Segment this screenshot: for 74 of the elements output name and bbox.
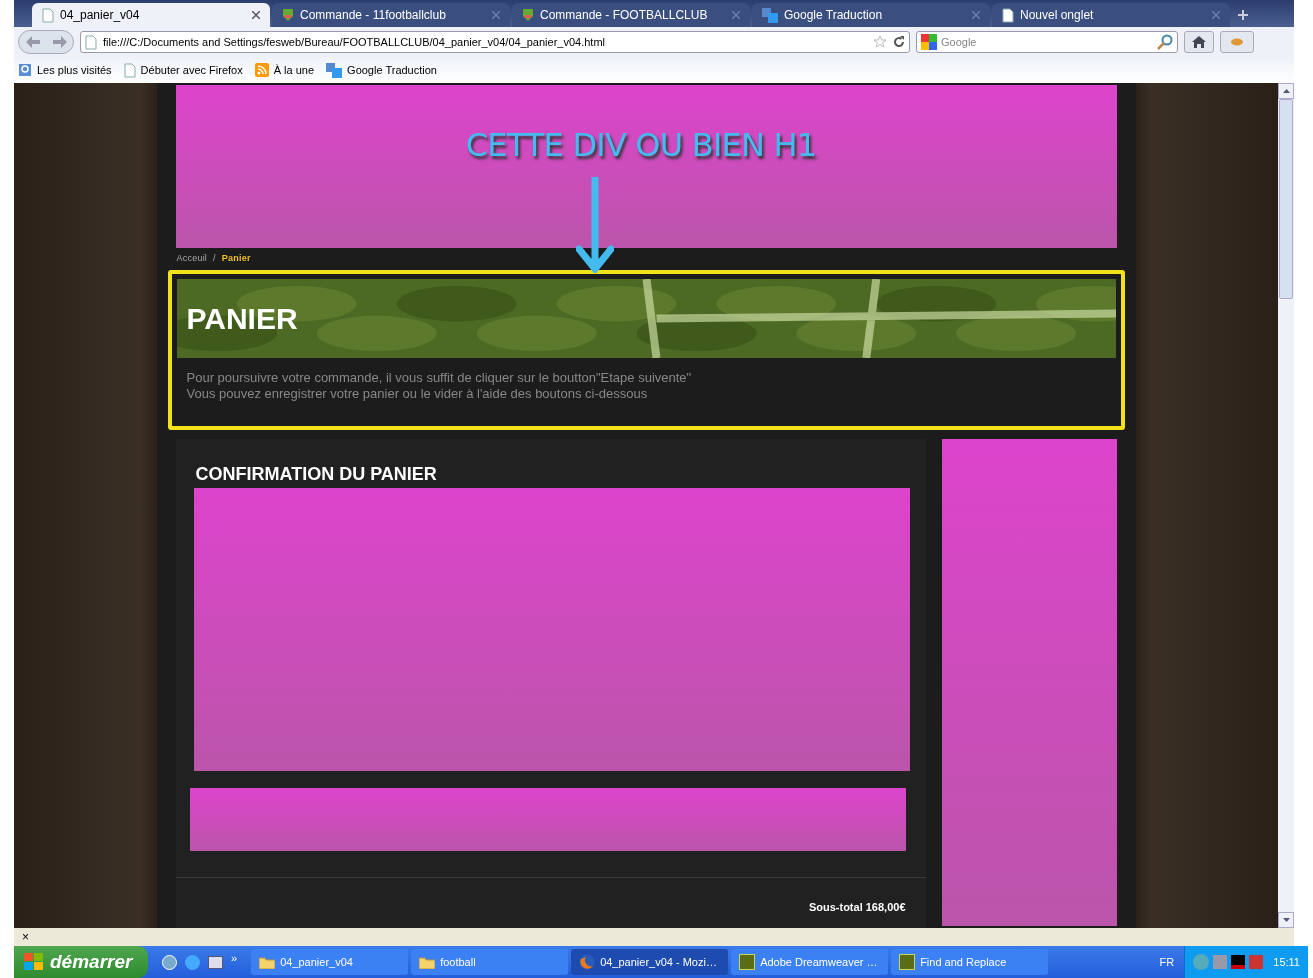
back-arrow-icon [25,36,40,48]
plus-icon[interactable] [1238,10,1248,20]
taskbar-button[interactable]: Adobe Dreamweaver … [731,949,889,975]
globe-icon [579,954,596,970]
close-icon[interactable] [252,11,260,19]
taskbar-button[interactable]: 04_panier_v04 - Mozi… [571,949,729,975]
page-icon [42,7,54,23]
tab-title: Commande - 11footballclub [300,7,447,24]
addon-icon [1230,37,1244,47]
browser-tab[interactable]: Commande - 11footballclub [272,3,510,27]
tab-title: Nouvel onglet [1020,7,1095,24]
dreamweaver-icon [739,954,756,970]
bookmark-item[interactable]: Débuter avec Firefox [123,61,243,79]
taskbar-button[interactable]: 04_panier_v04 [251,949,409,975]
taskbar-button[interactable]: football [411,949,569,975]
home-button[interactable] [1184,31,1214,53]
shield-icon [522,8,534,22]
breadcrumb-item[interactable]: Panier [221,252,251,266]
subtotal-text: Sous-total 168,00€ [808,900,906,915]
scroll-up-button[interactable] [1278,83,1294,99]
taskbar-button[interactable]: Find and Replace [891,949,1049,975]
language-indicator[interactable]: FR [1159,953,1175,971]
intro-text: Pour poursuivre votre commande, il vous suffit de cliquer sur le boutton"Etape suivente" [186,370,693,386]
forward-arrow-icon [52,36,67,48]
address-text: file:///C:/Documents and Settings/fesweb/Bureau/FOOTBALLCLUB/04_panier_v04/04_panier_v04.html [103,34,606,50]
arrow-icon [575,177,614,273]
breadcrumb-item[interactable]: Acceuil [176,252,208,266]
back-forward-buttons[interactable] [18,30,74,54]
tab-title: Google Traduction [784,7,884,24]
scrollbar[interactable] [1278,83,1294,928]
bookmark-item[interactable]: Google Traduction [326,61,437,79]
windows-logo [24,953,44,971]
search-engine-icon[interactable] [921,34,937,50]
clock: 15:11 [1273,954,1300,970]
scrollbar-thumb[interactable] [1279,99,1293,299]
addon-button[interactable] [1220,31,1254,53]
folder-icon [419,955,436,969]
search-icon[interactable] [1157,34,1173,50]
page-icon [123,62,136,78]
bookmark-item[interactable]: À la une [254,61,315,79]
more-button[interactable]: » [231,949,238,967]
star-icon[interactable] [873,35,887,49]
desktop-icon[interactable] [208,955,223,969]
browser-tab[interactable]: Commande - FOOTBALLCLUB [512,3,750,27]
browser-tab[interactable]: Google Traduction [752,3,990,27]
intro-text: Vous pouvez enregistrer votre panier ou le vider à l'aide des boutons ci-dessous [186,386,649,402]
folder-icon [259,955,276,969]
start-button[interactable]: démarrer [14,946,148,978]
search-box[interactable]: Google [916,31,1178,53]
banner-title: PANIER [186,301,298,337]
translate-icon [326,62,343,78]
page-icon [85,34,97,50]
shield-icon [282,8,294,22]
page-icon [1002,7,1014,23]
dreamweaver-icon [899,954,916,970]
feed-icon [254,63,269,77]
section-title: CONFIRMATION DU PANIER [194,463,438,486]
reload-icon[interactable] [893,36,905,48]
browser-tab[interactable]: Nouvel onglet [992,3,1230,27]
search-page-icon [18,63,32,77]
browser-tab[interactable]: 04_panier_v04 [32,3,270,27]
search-field[interactable]: Google [941,33,1153,51]
annotation-text: CETTE DIV OU BIEN H1 [465,125,817,166]
breadcrumb-item[interactable]: / [213,252,216,266]
close-button[interactable]: × [22,931,29,943]
scroll-down-button[interactable] [1278,912,1294,928]
translate-icon [762,7,778,23]
down-arrow-icon [1282,918,1290,922]
tab-title: Commande - FOOTBALLCLUB [540,7,709,24]
bookmark-item[interactable]: Les plus visités [18,61,112,79]
tab-title: 04_panier_v04 [60,7,141,24]
home-icon [1192,36,1206,48]
address-bar[interactable]: file:///C:/Documents and Settings/fesweb/Bureau/FOOTBALLCLUB/04_panier_v04/04_panier_v04.html [80,31,910,53]
up-arrow-icon [1282,89,1290,93]
